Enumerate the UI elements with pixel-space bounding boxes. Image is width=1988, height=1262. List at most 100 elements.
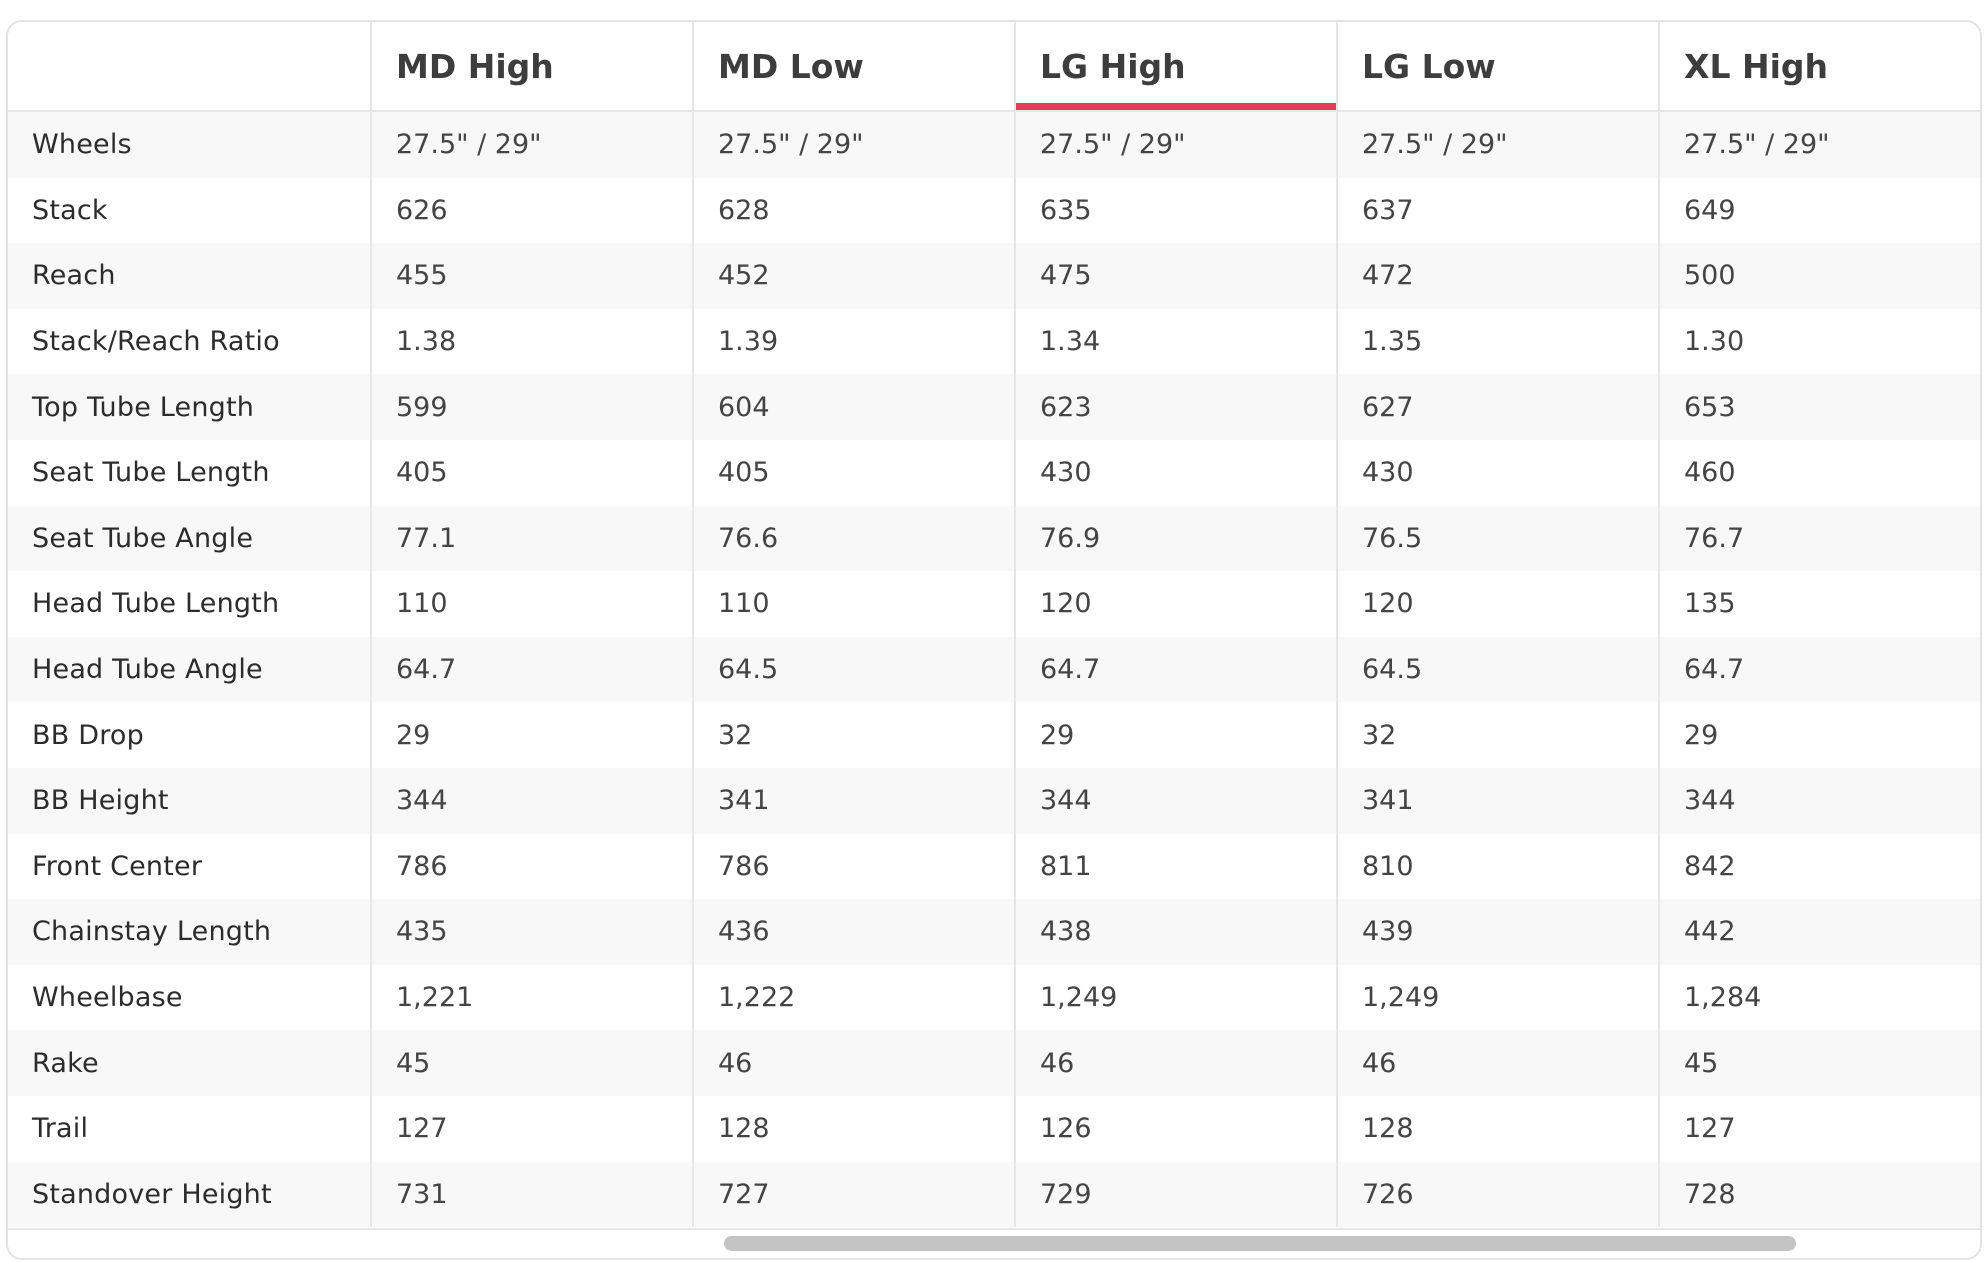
column-header-lg-low[interactable]: LG Low	[1336, 22, 1658, 110]
table-cell: 649	[1658, 177, 1980, 244]
table-cell: 442	[1658, 899, 1980, 965]
table-row: Wheelbase 1,221 1,222 1,249 1,249 1,284	[8, 964, 1980, 1031]
table-cell: 27.5" / 29"	[1658, 112, 1980, 178]
table-cell: 127	[370, 1095, 692, 1162]
row-label: BB Drop	[32, 719, 144, 751]
row-label: Seat Tube Angle	[32, 522, 254, 554]
row-label: Wheelbase	[32, 982, 183, 1014]
row-label: Top Tube Length	[32, 391, 255, 423]
row-label: BB Height	[32, 785, 169, 817]
table-row: Wheels 27.5" / 29" 27.5" / 29" 27.5" / 29" 2…	[8, 112, 1980, 178]
table-cell: 436	[692, 899, 1014, 965]
table-cell: 460	[1658, 439, 1980, 506]
table-cell: 76.9	[1014, 505, 1336, 572]
row-label: Stack/Reach Ratio	[32, 326, 280, 358]
table-cell: 46	[1336, 1030, 1658, 1096]
table-cell: 128	[1336, 1095, 1658, 1162]
table-cell: 45	[1658, 1030, 1980, 1096]
table-cell: 64.5	[692, 636, 1014, 703]
column-header-md-low[interactable]: MD Low	[692, 22, 1014, 110]
table-cell: 45	[370, 1030, 692, 1096]
table-cell: 341	[692, 767, 1014, 834]
table-cell: 127	[1658, 1095, 1980, 1162]
table-cell: 1,249	[1014, 964, 1336, 1031]
geometry-table: MD High MD Low LG High LG Low XL High Wheels…	[8, 22, 1980, 1228]
column-header-xl-high[interactable]: XL High	[1658, 22, 1980, 110]
table-cell: 120	[1014, 571, 1336, 637]
table-cell: 811	[1014, 833, 1336, 900]
table-cell: 128	[692, 1095, 1014, 1162]
table-cell: 135	[1658, 571, 1980, 637]
column-header-md-high[interactable]: MD High	[370, 22, 692, 110]
table-cell: 726	[1336, 1161, 1658, 1228]
table-cell: 786	[692, 833, 1014, 900]
table-cell: 64.5	[1336, 636, 1658, 703]
scrollbar-thumb[interactable]	[724, 1236, 1796, 1251]
row-label: Trail	[32, 1113, 89, 1145]
table-cell: 110	[370, 571, 692, 637]
table-cell: 452	[692, 243, 1014, 309]
table-cell: 46	[1014, 1030, 1336, 1096]
table-cell: 635	[1014, 177, 1336, 244]
table-cell: 126	[1014, 1095, 1336, 1162]
table-row: Rake 45 46 46 46 45	[8, 1030, 1980, 1096]
table-cell: 27.5" / 29"	[1014, 112, 1336, 178]
horizontal-scrollbar[interactable]	[8, 1228, 1980, 1258]
table-cell: 435	[370, 899, 692, 965]
table-row: BB Drop 29 32 29 32 29	[8, 702, 1980, 768]
row-label: Front Center	[32, 850, 203, 882]
table-cell: 599	[370, 374, 692, 440]
table-cell: 32	[692, 702, 1014, 768]
table-cell: 29	[1658, 702, 1980, 768]
table-cell: 472	[1336, 243, 1658, 309]
table-row: Head Tube Angle 64.7 64.5 64.7 64.5 64.7	[8, 636, 1980, 703]
table-cell: 728	[1658, 1161, 1980, 1228]
table-cell: 341	[1336, 767, 1658, 834]
table-row: Head Tube Length 110 110 120 120 135	[8, 571, 1980, 637]
table-cell: 729	[1014, 1161, 1336, 1228]
table-cell: 1.34	[1014, 308, 1336, 375]
table-cell: 64.7	[370, 636, 692, 703]
table-cell: 500	[1658, 243, 1980, 309]
table-cell: 29	[370, 702, 692, 768]
row-label: Head Tube Length	[32, 588, 280, 620]
row-label: Stack	[32, 194, 108, 226]
table-cell: 731	[370, 1161, 692, 1228]
table-row: Reach 455 452 475 472 500	[8, 243, 1980, 309]
table-cell: 27.5" / 29"	[692, 112, 1014, 178]
table-cell: 32	[1336, 702, 1658, 768]
table-cell: 1.38	[370, 308, 692, 375]
row-label: Standover Height	[32, 1178, 272, 1210]
table-cell: 120	[1336, 571, 1658, 637]
table-cell: 455	[370, 243, 692, 309]
table-cell: 405	[692, 439, 1014, 506]
table-cell: 637	[1336, 177, 1658, 244]
table-row: Stack 626 628 635 637 649	[8, 177, 1980, 244]
table-cell: 1.39	[692, 308, 1014, 375]
row-label: Head Tube Angle	[32, 654, 263, 686]
table-cell: 604	[692, 374, 1014, 440]
table-cell: 1,249	[1336, 964, 1658, 1031]
table-row: Seat Tube Angle 77.1 76.6 76.9 76.5 76.7	[8, 505, 1980, 572]
table-cell: 1.30	[1658, 308, 1980, 375]
table-cell: 344	[1014, 767, 1336, 834]
table-header-row: MD High MD Low LG High LG Low XL High	[8, 22, 1980, 112]
table-cell: 110	[692, 571, 1014, 637]
column-header-lg-high[interactable]: LG High	[1014, 22, 1336, 110]
table-cell: 627	[1336, 374, 1658, 440]
table-cell: 475	[1014, 243, 1336, 309]
table-row: Standover Height 731 727 729 726 728	[8, 1161, 1980, 1228]
table-row: Top Tube Length 599 604 623 627 653	[8, 374, 1980, 440]
table-cell: 405	[370, 439, 692, 506]
geometry-table-container: MD High MD Low LG High LG Low XL High Wheels…	[6, 20, 1982, 1260]
table-row: BB Height 344 341 344 341 344	[8, 767, 1980, 834]
table-cell: 1,221	[370, 964, 692, 1031]
table-cell: 842	[1658, 833, 1980, 900]
table-cell: 439	[1336, 899, 1658, 965]
table-cell: 76.6	[692, 505, 1014, 572]
table-cell: 76.5	[1336, 505, 1658, 572]
table-row: Front Center 786 786 811 810 842	[8, 833, 1980, 900]
row-label: Chainstay Length	[32, 916, 272, 948]
table-cell: 653	[1658, 374, 1980, 440]
table-cell: 623	[1014, 374, 1336, 440]
